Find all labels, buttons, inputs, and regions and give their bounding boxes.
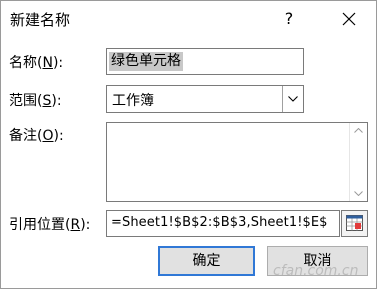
scope-select[interactable]: 工作簿 <box>106 85 304 113</box>
comment-scrollbar[interactable] <box>349 123 367 201</box>
scroll-up-icon[interactable] <box>354 128 363 133</box>
scroll-down-icon[interactable] <box>354 191 363 196</box>
scope-dropdown-button[interactable] <box>282 86 303 112</box>
dialog-title: 新建名称 <box>10 11 71 29</box>
chevron-down-icon <box>288 96 298 102</box>
ok-button[interactable]: 确定 <box>158 246 255 276</box>
title-bar: 新建名称 ? <box>1 1 376 37</box>
comment-textarea[interactable] <box>106 122 368 202</box>
range-select-button[interactable] <box>341 210 368 237</box>
comment-label: 备注(O): <box>9 128 64 144</box>
name-input[interactable]: 绿色单元格 <box>106 48 304 75</box>
close-button[interactable] <box>335 5 363 33</box>
refers-to-label: 引用位置(R): <box>9 217 91 233</box>
scope-select-value: 工作簿 <box>112 93 154 109</box>
scope-label: 范围(S): <box>9 93 62 109</box>
help-button[interactable]: ? <box>277 7 301 31</box>
name-label: 名称(N): <box>9 55 64 71</box>
close-icon <box>342 12 356 26</box>
refers-to-input[interactable]: =Sheet1!$B$2:$B$3,Sheet1!$E$ <box>106 210 340 237</box>
range-select-icon <box>346 215 363 231</box>
name-input-selected-text: 绿色单元格 <box>109 52 183 71</box>
watermark: cfan.com.cn <box>273 263 359 279</box>
new-name-dialog: 新建名称 ? 名称(N): 绿色单元格 范围(S): 工作簿 备注(O): 引用… <box>0 0 377 289</box>
refers-to-value: =Sheet1!$B$2:$B$3,Sheet1!$E$ <box>111 215 328 230</box>
